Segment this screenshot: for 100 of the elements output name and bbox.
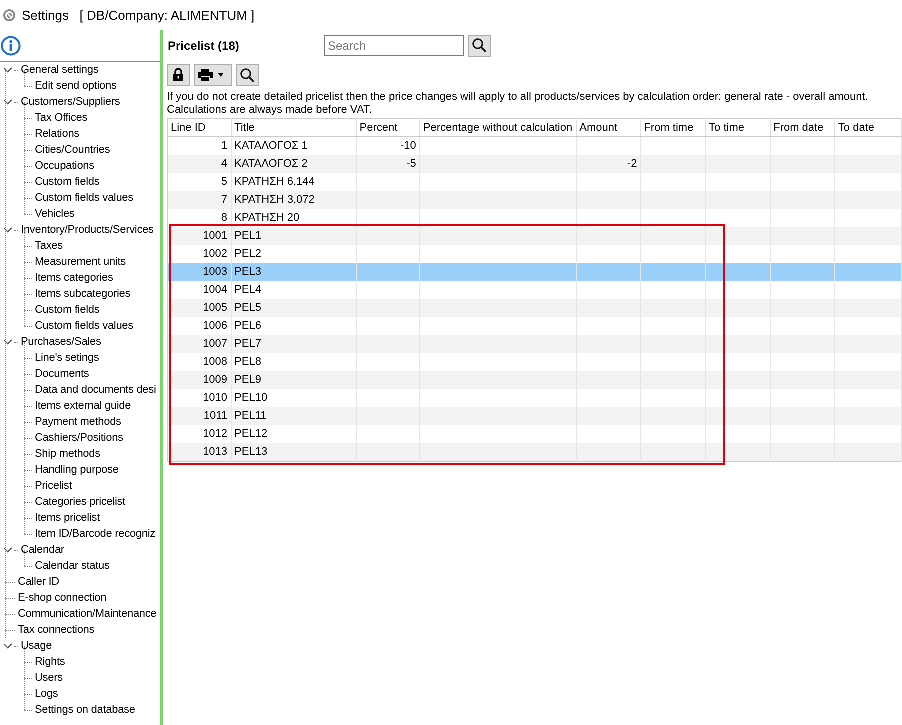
table-cell: 1001 (168, 227, 232, 245)
window-title: Settings [ DB/Company: ALIMENTUM ] (22, 8, 255, 22)
column-header[interactable]: Percent (356, 118, 420, 136)
tree-item[interactable]: Items categories (34, 272, 114, 284)
tree-item[interactable]: Measurement units (34, 256, 126, 268)
tree-item[interactable]: Purchases/Sales (20, 336, 102, 348)
chevron-icon[interactable] (3, 98, 13, 106)
print-button[interactable] (194, 64, 232, 86)
search-icon (240, 68, 255, 82)
chevron-icon[interactable] (3, 66, 13, 74)
lock-button[interactable] (167, 64, 190, 86)
tree-item[interactable]: Usage (20, 640, 52, 652)
table-row[interactable]: 1013 PEL13 (168, 443, 902, 462)
tree-item[interactable]: Custom fields values (34, 192, 134, 204)
tree-item[interactable]: Custom fields (34, 304, 100, 316)
column-header[interactable]: Line ID (168, 118, 232, 136)
lock-icon (173, 68, 184, 82)
tree-item[interactable]: Tax Offices (34, 112, 88, 124)
notice-text: If you do not create detailed pricelist then the price changes will apply to all products/services by calculation order: general rate - overall amount. (167, 91, 870, 104)
table-cell: PEL13 (231, 443, 356, 462)
tree-item[interactable]: Users (34, 672, 63, 684)
tree-item[interactable]: Payment methods (34, 416, 122, 428)
chevron-icon[interactable] (3, 338, 13, 346)
column-header[interactable]: From time (640, 118, 706, 136)
tree-item[interactable]: Calendar (20, 544, 64, 556)
tree-item[interactable]: Occupations (34, 160, 94, 172)
column-header[interactable]: To time (706, 118, 770, 136)
tree-item[interactable]: Items pricelist (34, 512, 100, 524)
tree-item[interactable]: Logs (34, 688, 58, 700)
column-header[interactable]: To date (834, 118, 902, 136)
tree-item[interactable]: Item ID/Barcode recogniz (34, 528, 156, 540)
tree-item[interactable]: Custom fields values (34, 320, 134, 332)
table-row[interactable]: 1007 PEL7 (168, 335, 902, 353)
table-cell: PEL5 (231, 299, 356, 317)
table-row[interactable]: 1011 PEL11 (168, 407, 902, 425)
column-header[interactable]: Percentage without calculation (420, 118, 576, 136)
tree-item[interactable]: Vehicles (34, 208, 75, 220)
tree-item[interactable]: Taxes (34, 240, 63, 252)
tree-item[interactable]: Items subcategories (34, 288, 131, 300)
chevron-icon[interactable] (3, 226, 13, 234)
tree-item[interactable]: Data and documents desi (34, 384, 156, 396)
table-cell: 1007 (168, 335, 232, 353)
tree-item[interactable]: Relations (34, 128, 80, 140)
tree-item[interactable]: Tax connections (17, 624, 95, 636)
tree-item[interactable]: Documents (34, 368, 90, 380)
notice-text: Calculations are always made before VAT. (167, 104, 374, 117)
table-cell: PEL7 (231, 335, 356, 353)
tree-item[interactable]: Categories pricelist (34, 496, 126, 508)
tree-item[interactable]: Pricelist (34, 480, 72, 492)
tree-item[interactable]: Caller ID (17, 576, 60, 588)
column-header[interactable]: Amount (576, 118, 641, 136)
table-cell: 7 (168, 191, 232, 209)
table-row[interactable]: 7 ΚΡΑΤΗΣΗ 3,072 (168, 191, 902, 209)
tree-item[interactable]: Items external guide (34, 400, 132, 412)
tree-item[interactable]: Edit send options (34, 80, 117, 92)
table-row[interactable]: 1009 PEL9 (168, 371, 902, 389)
info-icon[interactable] (1, 36, 21, 56)
table-cell: 1011 (168, 407, 232, 425)
table-cell: PEL3 (231, 263, 356, 281)
table-cell: 1005 (168, 299, 232, 317)
tree-item[interactable]: Line's setings (34, 352, 100, 364)
table-cell: ΚΡΑΤΗΣΗ 3,072 (231, 191, 356, 209)
tree-item[interactable]: Custom fields (34, 176, 100, 188)
chevron-icon[interactable] (3, 546, 13, 554)
tree-item[interactable]: Rights (34, 656, 66, 668)
search-button[interactable] (236, 64, 259, 86)
chevron-icon[interactable] (3, 642, 13, 650)
table-cell: PEL9 (231, 371, 356, 389)
table-cell: 1009 (168, 371, 232, 389)
caret-icon (218, 73, 224, 77)
window-icon (3, 8, 16, 22)
table-cell: 1003 (168, 263, 232, 281)
tree-item[interactable]: Ship methods (34, 448, 100, 460)
tree-item[interactable]: E-shop connection (17, 592, 107, 604)
table-cell: PEL11 (231, 407, 356, 425)
tree-item[interactable]: Communication/Maintenance (17, 608, 157, 620)
printer-icon (198, 69, 213, 81)
tree-item[interactable]: General settings (20, 64, 99, 76)
column-header[interactable]: Title (231, 118, 356, 136)
tree-item[interactable]: Cities/Countries (34, 144, 110, 156)
table-cell: ΚΑΤΑΛΟΓΟΣ 2 (231, 155, 356, 173)
tree-item[interactable]: Handling purpose (34, 464, 119, 476)
search-icon (472, 38, 487, 53)
table-cell: -5 (356, 155, 420, 173)
table-cell: -2 (576, 155, 641, 173)
section-title: Pricelist (18) (167, 38, 240, 52)
table-row[interactable]: 1003 PEL3 (168, 263, 902, 281)
table-row[interactable]: 1001 PEL1 (168, 227, 902, 245)
table-row[interactable]: 1005 PEL5 (168, 299, 902, 317)
tree-item[interactable]: Customers/Suppliers (20, 96, 120, 108)
table-cell: 1013 (168, 443, 232, 462)
tree-item[interactable]: Settings on database (34, 704, 136, 716)
tree-item[interactable]: Calendar status (34, 560, 110, 572)
table-row[interactable]: 4 ΚΑΤΑΛΟΓΟΣ 2 -5 -2 (168, 155, 902, 173)
tree-item[interactable]: Cashiers/Positions (34, 432, 124, 444)
column-header[interactable]: From date (770, 118, 835, 136)
table-cell: PEL1 (231, 227, 356, 245)
search-button[interactable] (468, 34, 491, 56)
tree-item[interactable]: Inventory/Products/Services (20, 224, 154, 236)
search-field[interactable]: Search (324, 35, 464, 56)
